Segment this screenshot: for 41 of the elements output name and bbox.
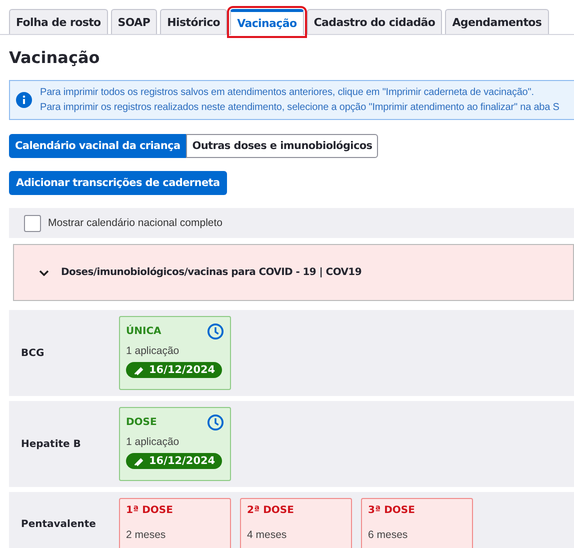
date-badge: 16/12/2024	[126, 453, 222, 469]
dose-title: 1ª DOSE	[126, 505, 174, 516]
add-transcriptions-button[interactable]: Adicionar transcrições de caderneta	[9, 171, 227, 195]
dose-title: ÚNICA	[126, 326, 162, 337]
dose-detail: 2 meses	[126, 529, 167, 541]
clock-icon	[207, 323, 224, 340]
dose-title: DOSE	[126, 417, 157, 428]
dose-detail: 1 aplicação	[126, 436, 180, 448]
vaccine-name: Hepatite B	[20, 438, 82, 450]
tab[interactable]: Folha de rosto	[9, 9, 108, 34]
info-icon	[16, 92, 32, 108]
dose-card[interactable]: 3ª DOSE 6 meses	[361, 498, 473, 548]
date-badge: 16/12/2024	[126, 362, 222, 378]
checkbox-label[interactable]: Mostrar calendário nacional completo	[48, 217, 223, 229]
tab[interactable]: Histórico	[160, 9, 228, 34]
info-text: Para imprimir os registros realizados neste atendimento, selecione a opção "Imprimir atendimento ao finalizar" na aba S	[40, 101, 560, 115]
syringe-icon	[133, 364, 144, 376]
syringe-icon	[133, 456, 144, 466]
segment-button[interactable]: Calendário vacinal da criança	[9, 134, 186, 158]
vaccine-name: Pentavalente	[20, 518, 97, 530]
tab[interactable]: SOAP	[110, 9, 158, 34]
clock-icon	[207, 414, 224, 431]
dose-card[interactable]: ÚNICA 1 aplicação 16/12/2024	[119, 316, 231, 390]
tab[interactable]: Agendamentos	[445, 9, 549, 34]
dose-card[interactable]: 2ª DOSE 4 meses	[240, 498, 352, 548]
dose-card[interactable]: 1ª DOSE 2 meses	[119, 498, 231, 548]
dose-detail: 6 meses	[368, 529, 409, 541]
page-heading: Vacinação	[9, 48, 101, 67]
checkbox[interactable]	[24, 214, 41, 232]
info-text: Para imprimir todos os registros salvos em atendimentos anteriores, clique em "Imprimir caderneta de vacinação".	[40, 86, 535, 100]
dose-card[interactable]: DOSE 1 aplicação 16/12/2024	[119, 407, 231, 481]
dose-title: 2ª DOSE	[247, 505, 295, 516]
section-title: Doses/imunobiológicos/vacinas para COVID - 19 | COV19	[61, 267, 362, 278]
tab[interactable]: Vacinação	[230, 9, 304, 35]
dose-detail: 4 meses	[247, 529, 288, 541]
segment-button[interactable]: Outras doses e imunobiológicos	[186, 134, 378, 158]
tab[interactable]: Cadastro do cidadão	[306, 9, 442, 34]
vaccine-name: BCG	[20, 348, 46, 358]
dose-detail: 1 aplicação	[126, 345, 180, 357]
dose-title: 3ª DOSE	[368, 505, 416, 516]
covid-section[interactable]: Doses/imunobiológicos/vacinas para COVID - 19 | COV19	[13, 244, 574, 301]
